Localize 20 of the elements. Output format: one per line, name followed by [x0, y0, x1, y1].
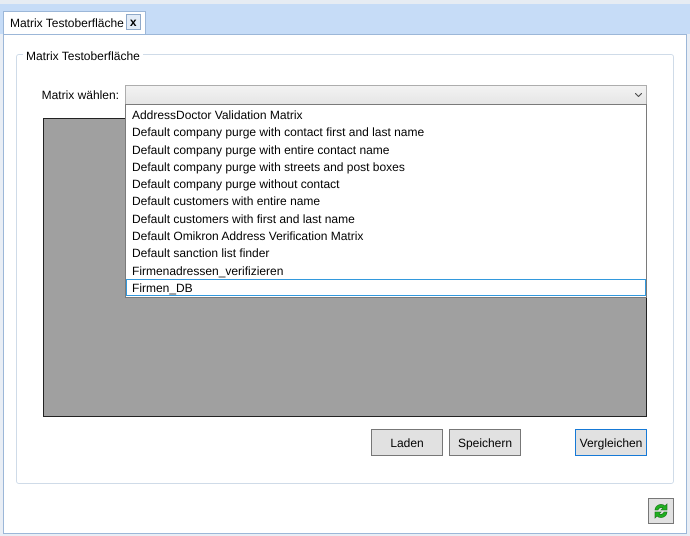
dropdown-item[interactable]: Default sanction list finder [126, 244, 646, 262]
dropdown-item[interactable]: Default company purge with streets and post boxes [126, 158, 646, 176]
refresh-button[interactable] [648, 498, 674, 524]
action-button[interactable]: Vergleichen [575, 429, 647, 456]
dropdown-item[interactable]: Default Omikron Address Verification Matrix [126, 227, 646, 244]
action-button[interactable]: Speichern [449, 429, 521, 456]
dropdown-item[interactable]: Default customers with entire name [126, 192, 646, 210]
action-button[interactable]: Laden [371, 429, 443, 456]
dropdown-item[interactable]: Firmenadressen_verifizieren [126, 262, 646, 279]
caret-icon [635, 93, 642, 97]
field-label: Matrix wählen: [42, 87, 119, 104]
close-button[interactable]: x [126, 14, 141, 30]
refresh-icon [653, 502, 669, 520]
dropdown-item[interactable]: Default company purge without contact [126, 175, 646, 192]
dropdown-item[interactable]: Firmen_DB [126, 278, 646, 296]
dropdown-item[interactable]: Default customers with first and last name [126, 210, 646, 228]
tab[interactable]: Matrix Testoberfläche x [3, 11, 146, 34]
dropdown-item[interactable]: Default company purge with entire contact name [126, 140, 646, 158]
dropdown-item[interactable]: Default company purge with contact first and last name [126, 123, 646, 141]
dropdown-item[interactable]: AddressDoctor Validation Matrix [126, 106, 646, 124]
